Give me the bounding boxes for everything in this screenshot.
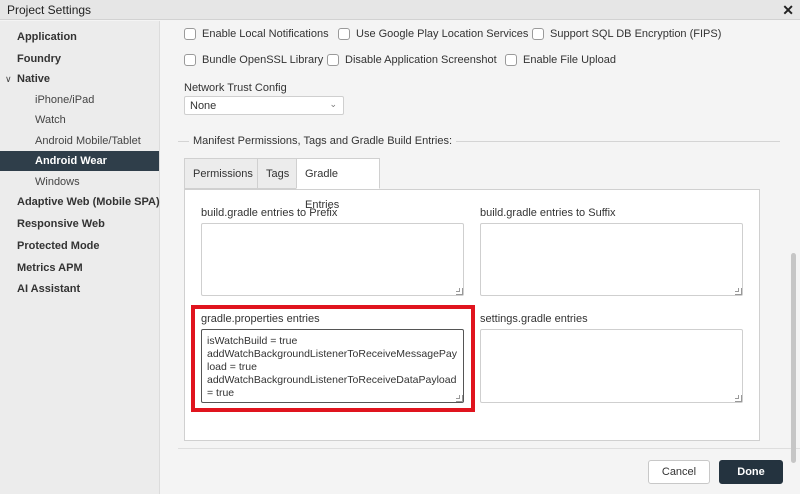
suffix-entries-label: build.gradle entries to Suffix bbox=[480, 207, 616, 219]
checkbox-box[interactable] bbox=[532, 28, 544, 40]
sidebar-item-ai-assistant[interactable]: AI Assistant bbox=[0, 279, 159, 299]
checkbox-label: Enable Local Notifications bbox=[202, 28, 329, 40]
title-bar: Project Settings ✕ bbox=[0, 0, 800, 20]
sidebar-item-protected-mode[interactable]: Protected Mode bbox=[0, 236, 159, 256]
sidebar-item-native[interactable]: ∨ Native bbox=[0, 69, 159, 89]
sidebar-item-iphone-ipad[interactable]: iPhone/iPad bbox=[0, 90, 159, 110]
close-icon[interactable]: ✕ bbox=[782, 1, 794, 19]
sidebar: Application Foundry ∨ Native iPhone/iPad … bbox=[0, 21, 160, 494]
sidebar-item-label: Native bbox=[17, 73, 51, 85]
sidebar-item-label: Metrics APM bbox=[17, 262, 83, 274]
sidebar-item-watch[interactable]: Watch bbox=[0, 110, 159, 130]
checkbox-label: Use Google Play Location Services bbox=[356, 28, 529, 40]
resize-grip-icon[interactable] bbox=[735, 288, 742, 295]
settings-entries-label: settings.gradle entries bbox=[480, 313, 588, 325]
checkbox-label: Enable File Upload bbox=[523, 54, 616, 66]
checkbox-label: Bundle OpenSSL Library bbox=[202, 54, 324, 66]
tab-gradle-entries[interactable]: Gradle Entries bbox=[296, 158, 380, 211]
sidebar-item-label: Responsive Web bbox=[17, 218, 105, 230]
sidebar-item-android-mobile-tablet[interactable]: Android Mobile/Tablet bbox=[0, 131, 159, 151]
checkbox-box[interactable] bbox=[338, 28, 350, 40]
done-button[interactable]: Done bbox=[719, 460, 783, 484]
sidebar-item-label: Adaptive Web (Mobile SPA) bbox=[17, 196, 160, 208]
cancel-button[interactable]: Cancel bbox=[648, 460, 710, 484]
footer-divider bbox=[178, 448, 800, 449]
checkbox-box[interactable] bbox=[327, 54, 339, 66]
sidebar-item-foundry[interactable]: Foundry bbox=[0, 49, 159, 69]
chevron-down-icon: ∨ bbox=[5, 74, 12, 84]
window-title: Project Settings bbox=[7, 3, 92, 17]
checkbox-label: Disable Application Screenshot bbox=[345, 54, 497, 66]
network-trust-label: Network Trust Config bbox=[184, 82, 287, 94]
sidebar-item-label: Windows bbox=[35, 176, 80, 188]
tab-permissions[interactable]: Permissions bbox=[184, 158, 258, 189]
sidebar-item-label: Foundry bbox=[17, 53, 61, 65]
sidebar-item-label: AI Assistant bbox=[17, 283, 81, 295]
sidebar-item-android-wear[interactable]: Android Wear bbox=[0, 151, 159, 171]
checkbox-box[interactable] bbox=[505, 54, 517, 66]
resize-grip-icon[interactable] bbox=[735, 395, 742, 402]
settings-entries-textarea[interactable] bbox=[480, 329, 743, 403]
manifest-section-title: Manifest Permissions, Tags and Gradle Bu… bbox=[189, 135, 457, 147]
sidebar-item-label: Application bbox=[17, 31, 77, 43]
properties-entries-label: gradle.properties entries bbox=[201, 313, 320, 325]
settings-content: Enable Local Notifications Use Google Pl… bbox=[161, 21, 800, 494]
prefix-entries-textarea[interactable] bbox=[201, 223, 464, 296]
sidebar-item-label: Watch bbox=[35, 114, 66, 126]
sidebar-item-label: Android Mobile/Tablet bbox=[35, 135, 141, 147]
tab-tags[interactable]: Tags bbox=[257, 158, 297, 189]
sidebar-item-responsive-web[interactable]: Responsive Web bbox=[0, 214, 159, 234]
tab-label: Tags bbox=[266, 168, 290, 180]
sidebar-item-label: Android Wear bbox=[35, 155, 107, 167]
resize-grip-icon[interactable] bbox=[456, 395, 463, 402]
checkbox-box[interactable] bbox=[184, 28, 196, 40]
sidebar-item-application[interactable]: Application bbox=[0, 27, 159, 47]
checkbox-box[interactable] bbox=[184, 54, 196, 66]
resize-grip-icon[interactable] bbox=[456, 288, 463, 295]
chevron-down-icon: ⌄ bbox=[329, 99, 337, 109]
tab-label: Gradle Entries bbox=[305, 168, 340, 211]
properties-entries-textarea[interactable]: isWatchBuild = true addWatchBackgroundLi… bbox=[201, 329, 464, 403]
sidebar-item-label: iPhone/iPad bbox=[35, 94, 95, 106]
sidebar-item-adaptive-web[interactable]: Adaptive Web (Mobile SPA) bbox=[0, 192, 160, 212]
select-value: None bbox=[190, 100, 217, 112]
sidebar-item-label: Protected Mode bbox=[17, 240, 100, 252]
sidebar-item-metrics-apm[interactable]: Metrics APM bbox=[0, 258, 159, 278]
vertical-scrollbar[interactable] bbox=[791, 253, 796, 463]
sidebar-item-windows[interactable]: Windows bbox=[0, 172, 159, 192]
network-trust-select[interactable]: None ⌄ bbox=[184, 96, 344, 115]
tab-label: Permissions bbox=[193, 168, 253, 180]
suffix-entries-textarea[interactable] bbox=[480, 223, 743, 296]
checkbox-label: Support SQL DB Encryption (FIPS) bbox=[550, 28, 722, 40]
